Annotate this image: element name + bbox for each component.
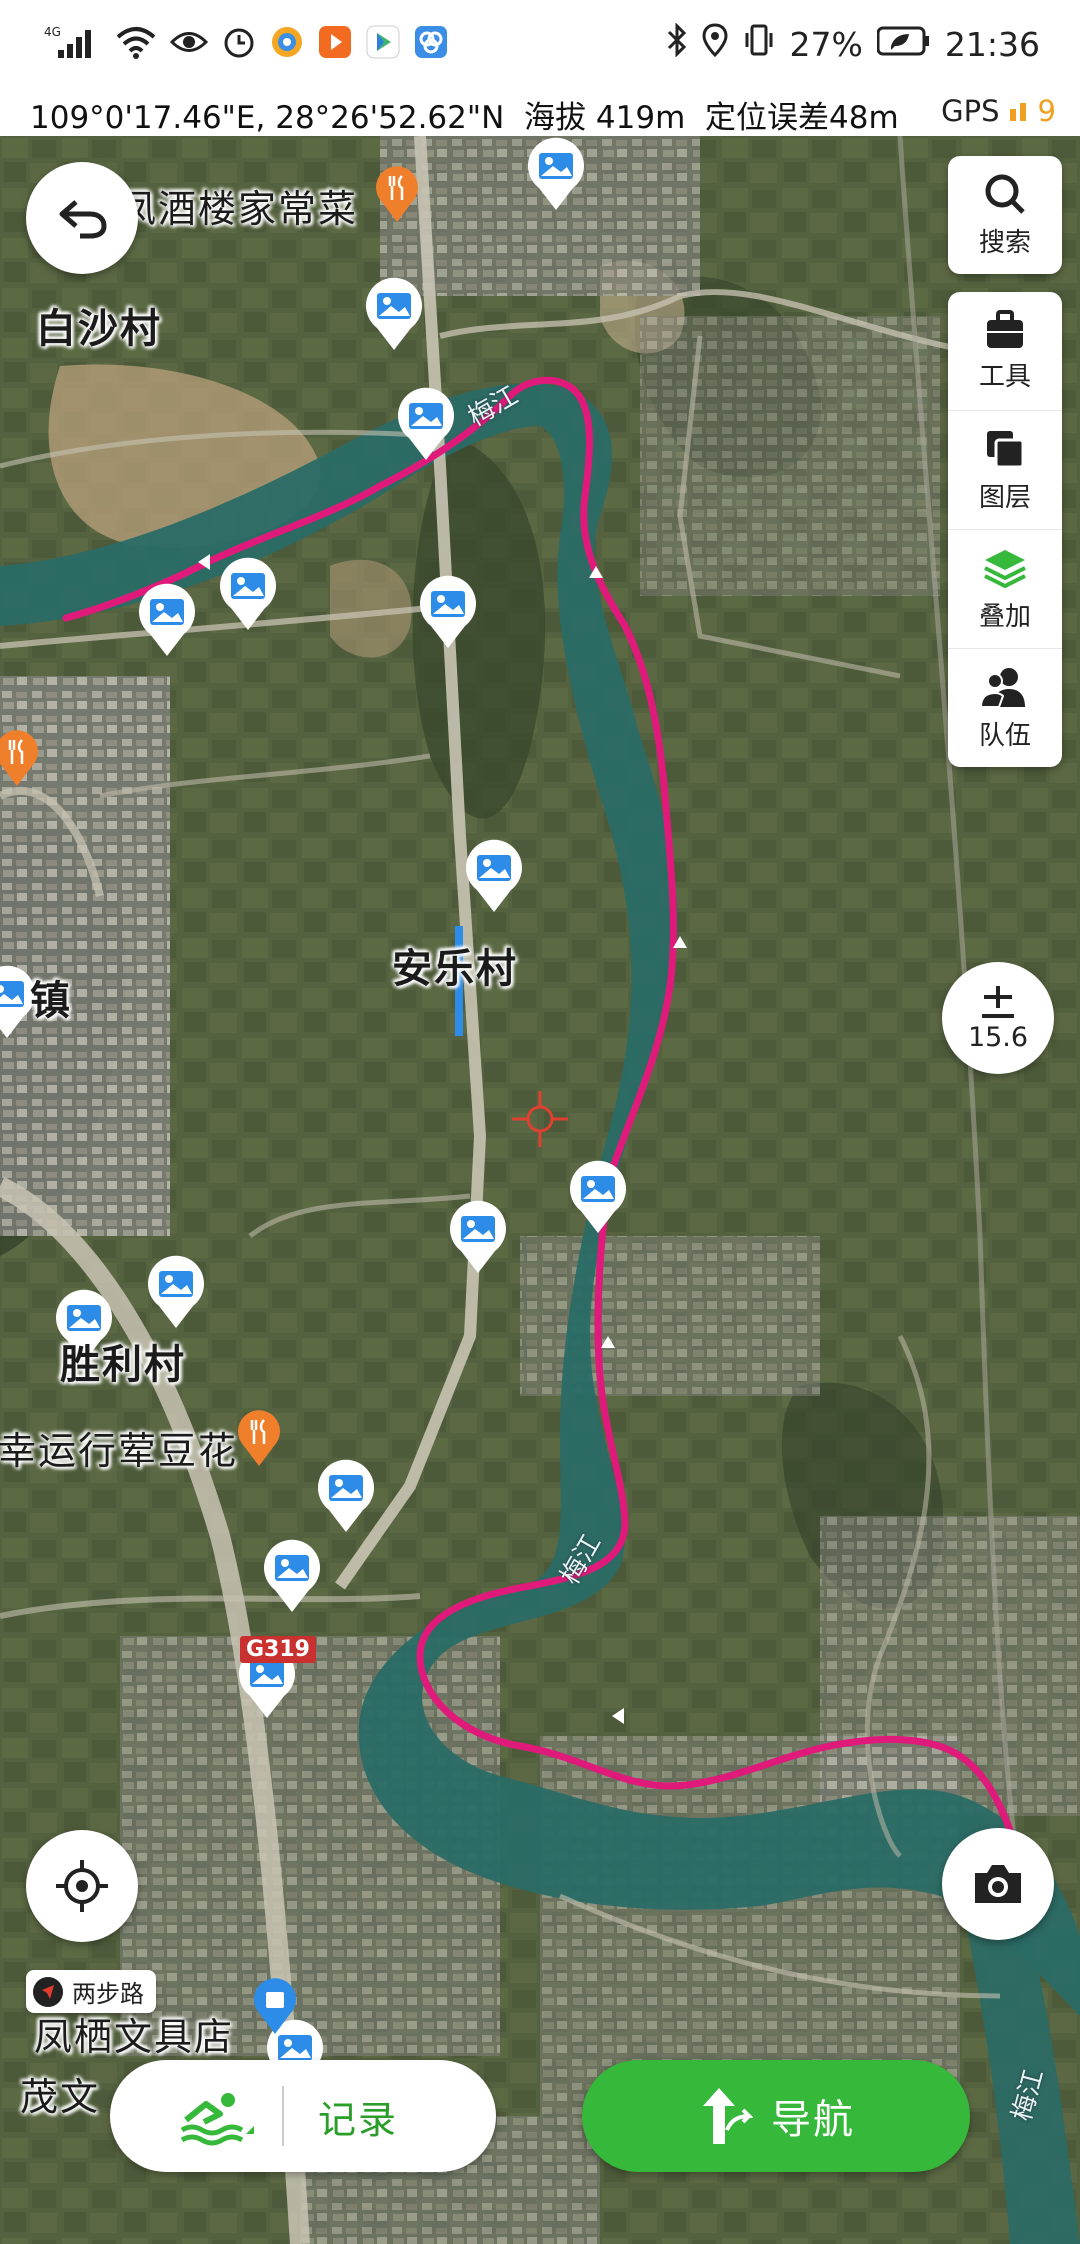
photo-marker[interactable] bbox=[463, 838, 525, 914]
tv-icon bbox=[366, 25, 400, 63]
clock: 21:36 bbox=[944, 24, 1040, 64]
poi-label-restaurant: 凤酒楼家常菜 bbox=[118, 187, 359, 231]
town-label: 镇 bbox=[30, 978, 72, 1024]
coordinates: 109°0'17.46"E, 28°26'52.62"N bbox=[30, 100, 505, 136]
photo-marker[interactable] bbox=[261, 1538, 323, 1614]
back-button[interactable] bbox=[26, 162, 138, 274]
layers-icon bbox=[987, 430, 1025, 468]
svg-text:4G: 4G bbox=[44, 25, 61, 39]
photo-marker[interactable] bbox=[145, 1254, 207, 1330]
location-info-bar: 109°0'17.46"E, 28°26'52.62"N 海拔 419m 定位误… bbox=[0, 88, 1080, 137]
team-icon bbox=[979, 667, 1025, 708]
vibrate-icon bbox=[742, 23, 776, 65]
video-icon bbox=[318, 25, 352, 63]
eye-icon bbox=[169, 27, 209, 61]
toolbox-icon bbox=[987, 309, 1023, 348]
battery-icon bbox=[876, 25, 931, 64]
tools-button[interactable]: 工具 bbox=[948, 292, 1062, 411]
overlay-label: 叠加 bbox=[978, 601, 1031, 632]
search-button[interactable]: 搜索 bbox=[948, 156, 1062, 274]
battery-percent: 27% bbox=[789, 24, 863, 64]
swim-icon bbox=[180, 2093, 254, 2146]
navigation-arrow-icon bbox=[33, 1976, 63, 2007]
photo-marker[interactable] bbox=[525, 136, 587, 212]
wifi-icon bbox=[116, 25, 156, 63]
layers-button[interactable]: 图层 bbox=[948, 411, 1062, 530]
photo-marker[interactable] bbox=[315, 1458, 377, 1534]
locate-icon bbox=[56, 1860, 108, 1912]
village-label-anle: 安乐村 bbox=[392, 946, 518, 992]
team-label: 队伍 bbox=[978, 720, 1031, 751]
record-label: 记录 bbox=[318, 2097, 399, 2142]
photo-marker[interactable] bbox=[447, 1199, 509, 1275]
team-button[interactable]: 队伍 bbox=[948, 649, 1062, 767]
village-label-shengli: 胜利村 bbox=[60, 1342, 186, 1388]
altitude: 海拔 419m bbox=[524, 100, 686, 136]
photo-marker[interactable] bbox=[217, 556, 279, 632]
camera-icon bbox=[975, 1865, 1021, 1903]
restaurant-marker[interactable] bbox=[0, 728, 40, 788]
browser-icon bbox=[270, 25, 304, 63]
gps-status: GPS 9 bbox=[941, 94, 1056, 128]
status-bar: 4G 27% 21:36 bbox=[0, 0, 1080, 88]
photo-marker[interactable] bbox=[395, 386, 457, 462]
bluetooth-icon bbox=[666, 22, 688, 65]
search-label: 搜索 bbox=[978, 227, 1031, 258]
record-button[interactable]: 记录 bbox=[110, 2060, 496, 2172]
village-label-baisha: 白沙村 bbox=[36, 306, 162, 352]
alarm-icon bbox=[222, 25, 256, 63]
gps-signal-icon bbox=[1008, 94, 1030, 128]
poi-label-restaurant-2: 幸运行荤豆花 bbox=[0, 1429, 239, 1473]
accuracy: 定位误差48m bbox=[705, 100, 899, 136]
photo-marker[interactable] bbox=[417, 574, 479, 650]
gps-count: 9 bbox=[1037, 94, 1056, 128]
photo-marker[interactable] bbox=[363, 276, 425, 352]
shop-marker[interactable] bbox=[252, 1976, 298, 2036]
satellite-map bbox=[0, 136, 1080, 2244]
search-icon bbox=[985, 174, 1025, 214]
layers-label: 图层 bbox=[978, 482, 1031, 513]
tools-label: 工具 bbox=[978, 361, 1031, 392]
two-step-road-label: 两步路 bbox=[72, 1980, 144, 2008]
restaurant-marker[interactable] bbox=[236, 1408, 282, 1468]
back-arrow-icon bbox=[59, 200, 107, 239]
photo-marker[interactable] bbox=[136, 582, 198, 658]
search-panel: 搜索 bbox=[948, 156, 1062, 274]
location-readout: 109°0'17.46"E, 28°26'52.62"N 海拔 419m 定位误… bbox=[30, 92, 899, 137]
map-view[interactable]: 白沙村 安乐村 胜利村 镇 凤酒楼家常菜 幸运行荤豆花 凤栖文具店 茂文 梅江 … bbox=[0, 136, 1080, 2244]
poi-label-maowen: 茂文 bbox=[20, 2075, 101, 2119]
restaurant-marker[interactable] bbox=[374, 164, 420, 224]
record-separator bbox=[282, 2086, 284, 2146]
zoom-button[interactable]: 15.6 bbox=[942, 962, 1054, 1074]
gps-label: GPS bbox=[941, 94, 1000, 128]
photo-marker[interactable] bbox=[567, 1159, 629, 1235]
overlay-button[interactable]: 叠加 bbox=[948, 530, 1062, 649]
signal-icon: 4G bbox=[44, 24, 102, 64]
overlay-icon bbox=[984, 549, 1026, 588]
navigate-label: 导航 bbox=[771, 2097, 855, 2143]
location-icon bbox=[702, 23, 728, 65]
zoom-icon bbox=[982, 985, 1014, 1018]
camera-button[interactable] bbox=[942, 1828, 1054, 1940]
tool-panel: 工具 图层 叠加 队伍 bbox=[948, 292, 1062, 767]
navigate-arrow-icon bbox=[703, 2088, 753, 2144]
road-sign: G319 bbox=[240, 1636, 316, 1663]
two-step-road-tag[interactable]: 两步路 bbox=[26, 1970, 156, 2013]
zoom-level: 15.6 bbox=[967, 1021, 1029, 1053]
app-icon bbox=[414, 25, 448, 63]
locate-button[interactable] bbox=[26, 1830, 138, 1942]
navigate-button[interactable]: 导航 bbox=[582, 2060, 970, 2172]
poi-label-stationery: 凤栖文具店 bbox=[34, 2015, 235, 2059]
